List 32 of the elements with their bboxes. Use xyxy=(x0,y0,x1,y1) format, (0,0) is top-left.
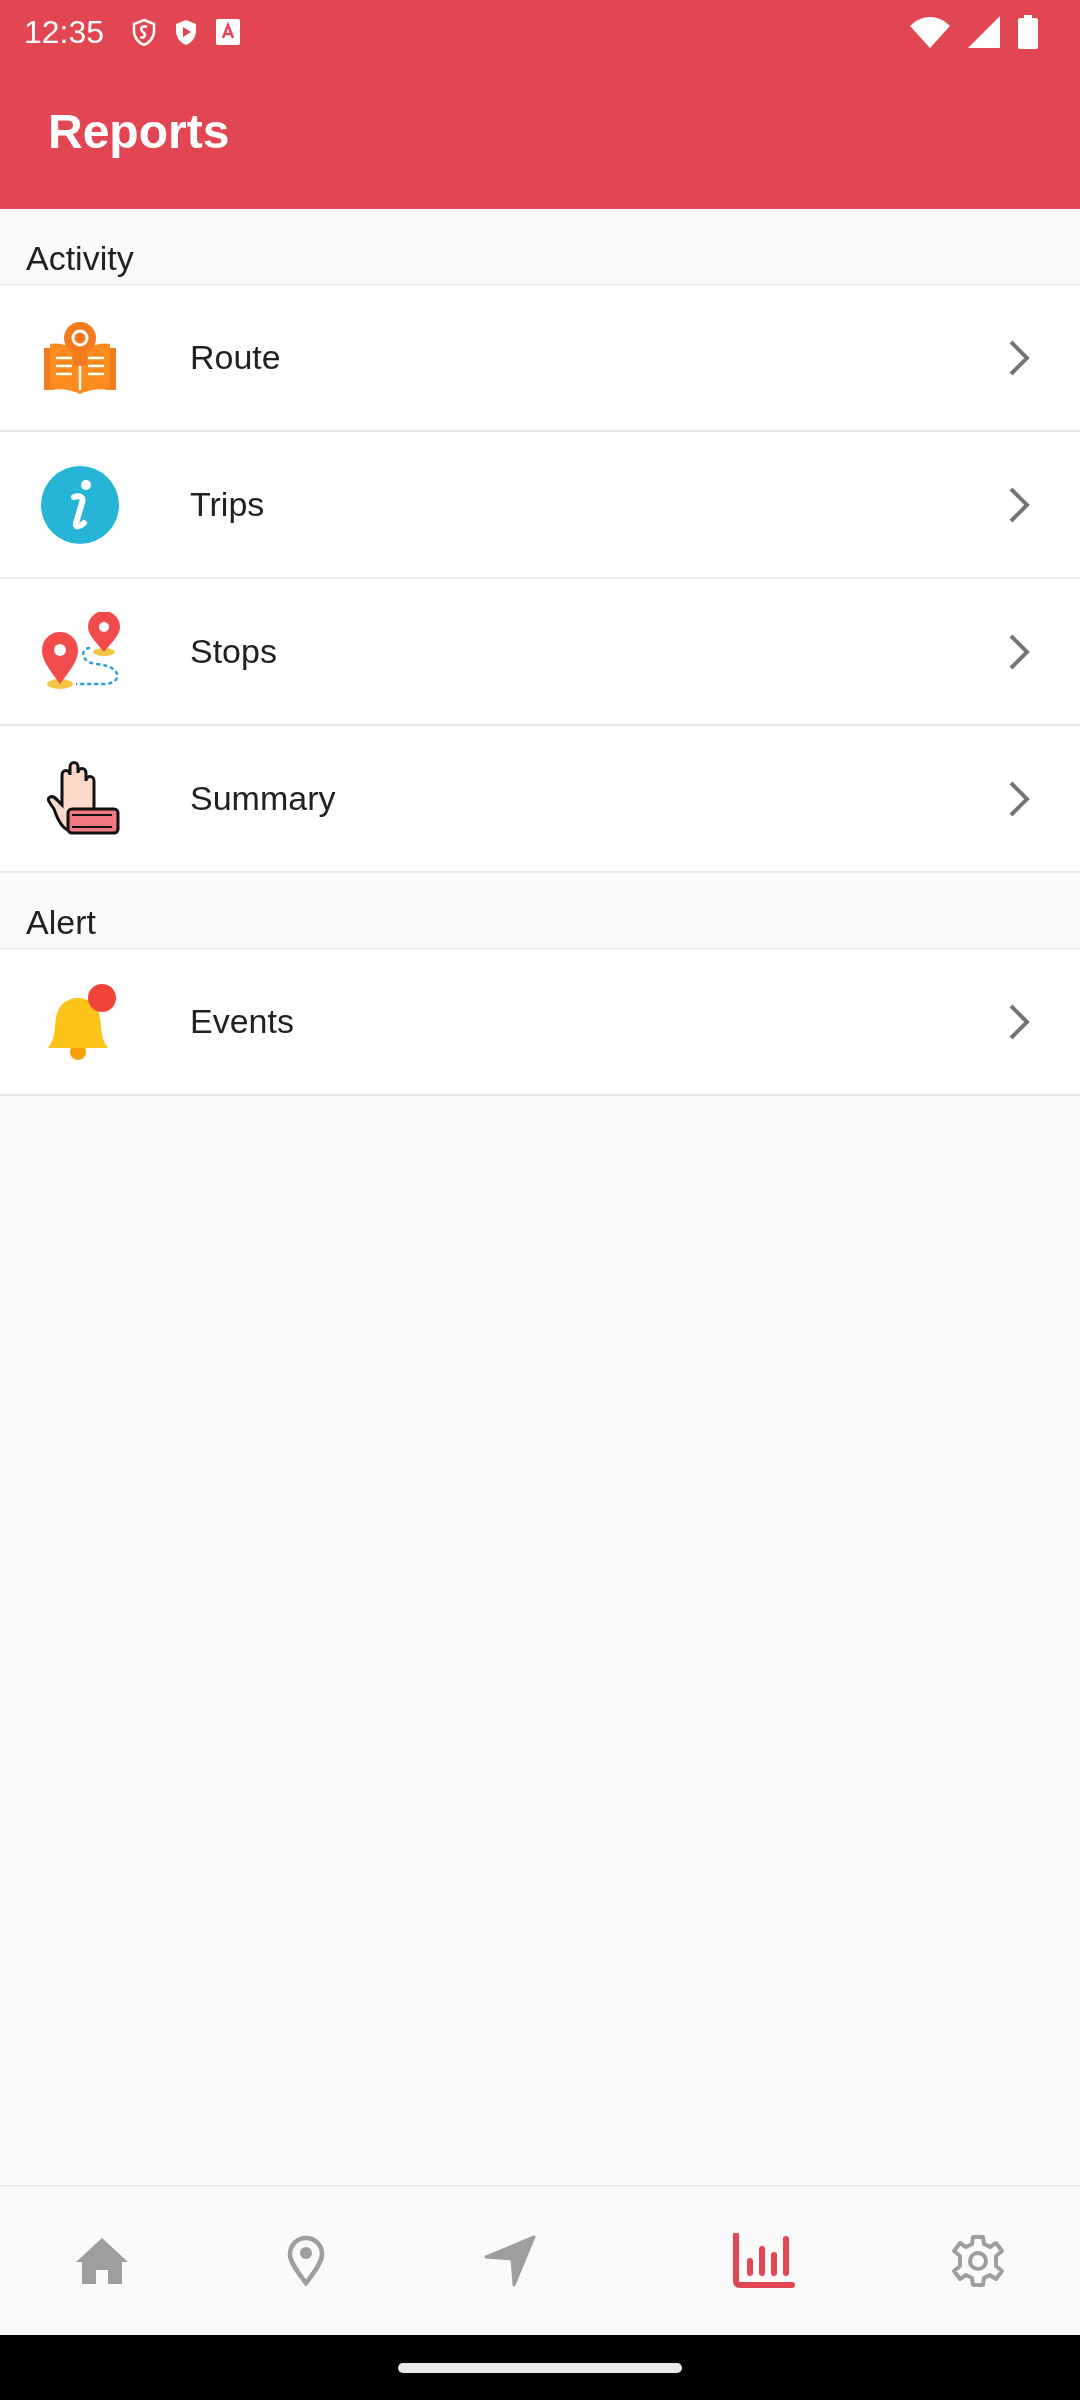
font-icon xyxy=(216,19,241,45)
chevron-right-icon xyxy=(1008,632,1030,671)
chevron-right-icon xyxy=(1008,1002,1030,1041)
navigation-arrow-icon xyxy=(483,2235,536,2287)
report-list-item[interactable]: Route xyxy=(0,285,1080,432)
app-title: Reports xyxy=(48,104,230,159)
play-shield-icon xyxy=(174,18,199,46)
item-label: Route xyxy=(190,338,282,377)
chevron-right-icon xyxy=(1008,338,1030,377)
chevron-right-icon xyxy=(1008,779,1030,818)
status-time: 12:35 xyxy=(24,13,105,51)
battery-icon xyxy=(1018,15,1038,49)
report-list-item[interactable]: Trips xyxy=(0,432,1080,579)
shield-icon xyxy=(132,18,157,46)
item-label: Trips xyxy=(190,485,266,524)
report-list-item[interactable]: Summary xyxy=(0,726,1080,873)
home-indicator[interactable] xyxy=(398,2362,682,2373)
section-title: Activity xyxy=(26,239,134,278)
wifi-icon xyxy=(910,16,950,48)
report-list-item[interactable]: Events xyxy=(0,949,1080,1096)
item-label: Stops xyxy=(190,632,278,671)
item-label: Summary xyxy=(190,779,337,818)
signal-icon xyxy=(968,16,1000,48)
home-icon xyxy=(75,2238,128,2284)
bar-chart-icon xyxy=(731,2233,796,2289)
settings-icon xyxy=(951,2234,1006,2288)
info-icon xyxy=(40,464,120,545)
location-pin-icon xyxy=(286,2235,325,2287)
report-list-item[interactable]: Stops xyxy=(0,579,1080,726)
section-title: Alert xyxy=(26,903,96,942)
chevron-right-icon xyxy=(1008,485,1030,524)
item-label: Events xyxy=(190,1002,295,1041)
